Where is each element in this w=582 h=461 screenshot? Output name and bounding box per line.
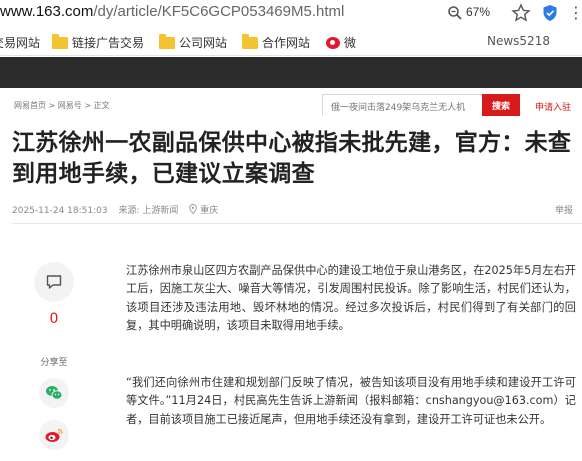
bookmark-item[interactable]: 合作网站 <box>242 33 311 51</box>
bookmark-label: 链接广告交易 <box>72 36 145 50</box>
breadcrumb-home[interactable]: 网易首页 <box>14 101 46 110</box>
comment-button[interactable] <box>34 262 74 302</box>
bookmark-item[interactable]: 链接广告交易 <box>52 33 145 51</box>
bookmark-label: 公司网站 <box>179 36 228 50</box>
extension-shield-icon[interactable] <box>540 3 560 23</box>
zoom-level: 67% <box>466 5 491 19</box>
bookmark-label: 交易网站 <box>0 36 41 50</box>
search-input[interactable] <box>323 98 482 118</box>
bookmark-label: 合作网站 <box>262 36 311 50</box>
menu-dots-icon[interactable]: ⋮ <box>568 3 582 22</box>
comment-count: 0 <box>49 311 59 327</box>
share-weibo-button[interactable] <box>39 420 69 450</box>
site-header-bar <box>0 57 582 88</box>
weibo-icon <box>326 36 340 49</box>
share-label: 分享至 <box>40 358 68 368</box>
publish-date: 2025-11-24 18:51:03 <box>12 206 108 216</box>
article-location: 重庆 <box>200 206 219 216</box>
bookmark-item[interactable]: 微 <box>326 34 356 51</box>
comment-icon <box>46 275 62 289</box>
article-paragraph: “我们还向徐州市住建和规划部门反映了情况，被告知该项目没有用地手续和建设开工许可… <box>126 376 576 426</box>
article-source: 来源: 上游新闻 <box>118 206 179 216</box>
wechat-icon <box>46 386 63 400</box>
bookmarks-bar: 交易网站 链接广告交易 公司网站 合作网站 微 News5218 <box>0 28 582 56</box>
bookmark-star-icon[interactable] <box>511 3 531 23</box>
news-link[interactable]: News5218 <box>487 34 550 48</box>
report-link[interactable]: 举报 <box>555 203 573 216</box>
weibo-icon <box>45 428 63 442</box>
breadcrumb: 网易首页 > 网易号 > 正文 <box>14 101 110 110</box>
location-pin-icon <box>189 204 198 214</box>
breadcrumb-current: 正文 <box>93 101 110 110</box>
zoom-icon[interactable] <box>447 5 463 21</box>
browser-url-bar[interactable]: www.163.com/dy/article/KF5C6GCP053469M5.… <box>0 0 582 28</box>
article-title: 江苏徐州一农副品保供中心被指未批先建，官方：未查到用地手续，已建议立案调查 <box>12 130 572 187</box>
address-field[interactable]: www.163.com/dy/article/KF5C6GCP053469M5.… <box>0 3 344 20</box>
article-meta: 2025-11-24 18:51:03 来源: 上游新闻 重庆 <box>12 203 226 216</box>
folder-icon <box>242 33 258 49</box>
url-domain: www.163.com <box>0 3 94 20</box>
search-button[interactable]: 搜索 <box>482 94 520 116</box>
search-box <box>322 94 482 118</box>
bookmark-item[interactable]: 公司网站 <box>159 33 228 51</box>
share-wechat-button[interactable] <box>39 378 69 408</box>
url-path: /dy/article/KF5C6GCP053469M5.html <box>93 3 345 20</box>
apply-link[interactable]: 申请入驻 <box>535 100 571 113</box>
meta-divider <box>12 223 582 224</box>
folder-icon <box>52 33 68 49</box>
bookmark-label: News5218 <box>487 34 550 48</box>
bookmark-item[interactable]: 交易网站 <box>0 34 40 51</box>
bookmark-label: 微 <box>344 36 357 50</box>
breadcrumb-section[interactable]: 网易号 <box>58 101 82 110</box>
article-paragraph: 江苏徐州市泉山区四方农副产品保供中心的建设工地位于泉山港务区，在2025年5月左… <box>126 264 576 332</box>
folder-icon <box>159 33 175 49</box>
